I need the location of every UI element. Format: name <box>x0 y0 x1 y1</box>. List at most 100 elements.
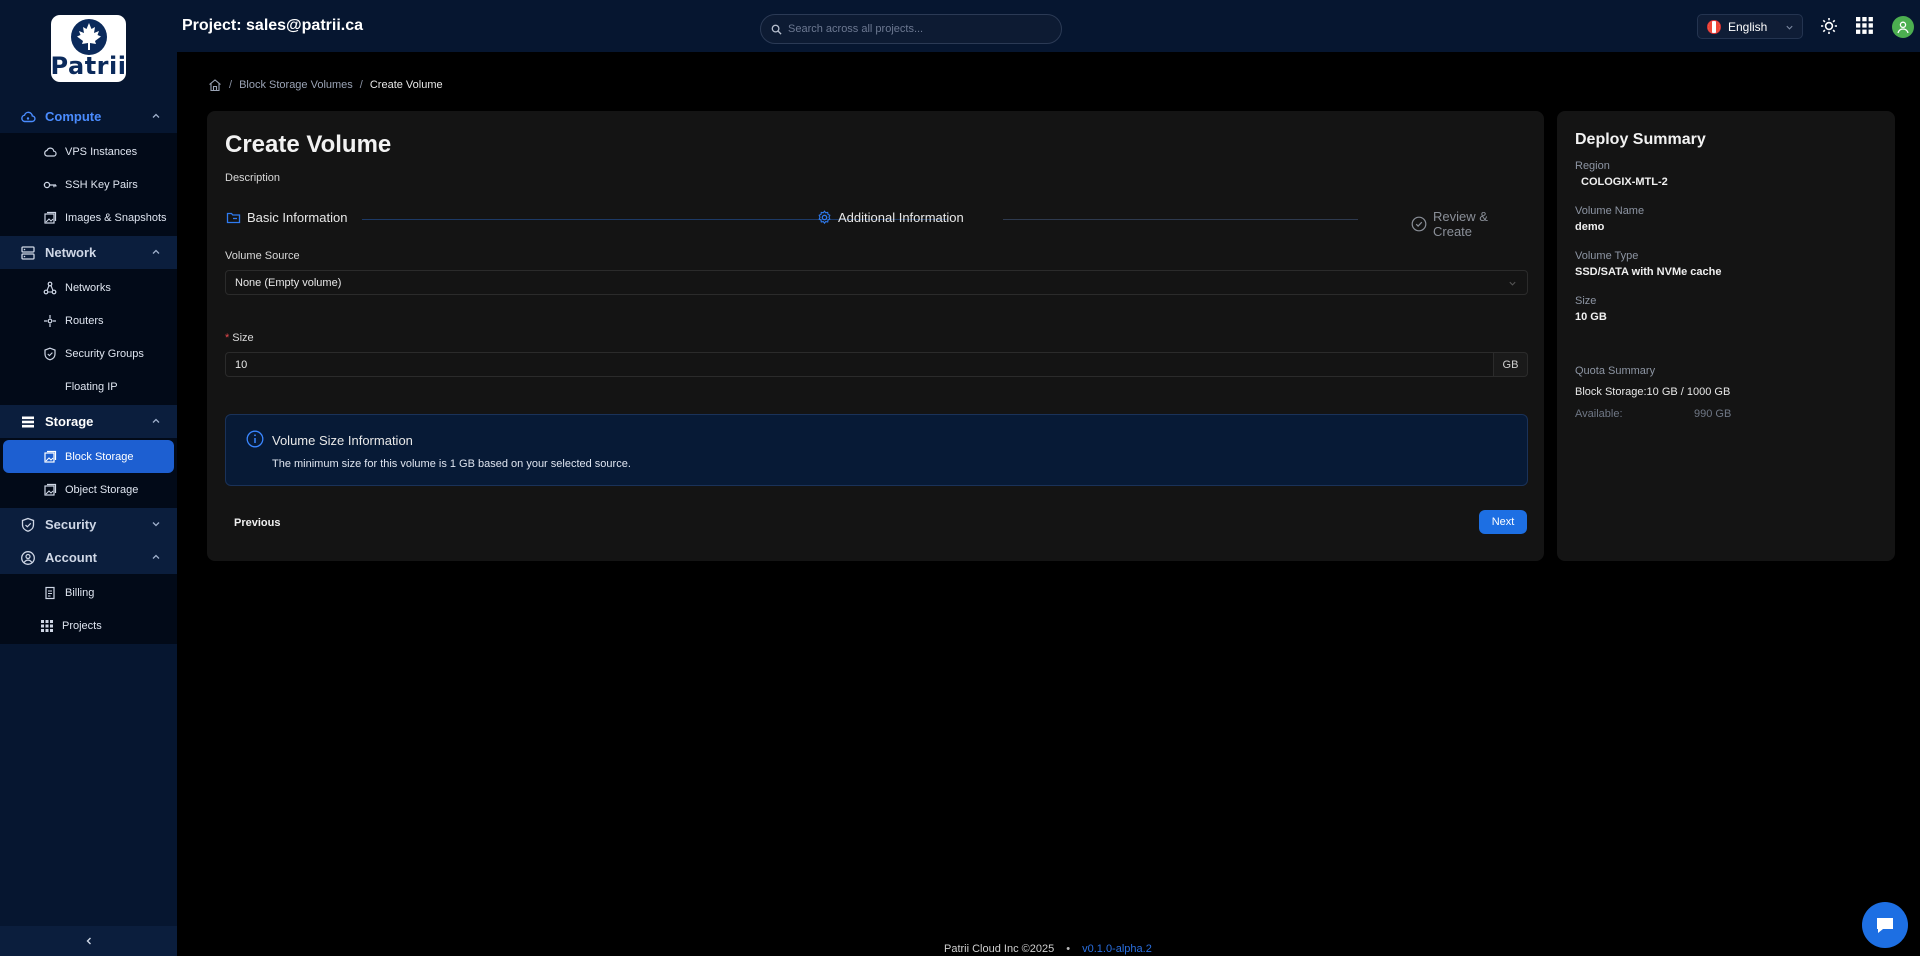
chevron-up-icon <box>152 249 160 254</box>
volume-type-value: SSD/SATA with NVMe cache <box>1575 266 1722 278</box>
volume-source-label: Volume Source <box>225 250 300 262</box>
chevron-down-icon <box>1509 281 1516 286</box>
check-circle-icon <box>1411 216 1427 232</box>
stepper: Basic Information Additional Information… <box>225 209 1528 239</box>
page-description: Description <box>225 172 281 184</box>
available-value: 990 GB <box>1694 408 1732 420</box>
breadcrumb-current: Create Volume <box>369 79 443 91</box>
step-connector <box>1003 219 1358 220</box>
info-icon <box>246 430 264 448</box>
volume-source-value: None (Empty volume) <box>235 276 342 289</box>
sidebar-item-images-snapshots[interactable]: Images & Snapshots <box>3 201 174 234</box>
step-basic-information[interactable]: Basic Information <box>225 209 347 225</box>
sidebar-item-floating-ip[interactable]: Floating IP <box>3 370 174 403</box>
previous-button[interactable]: Previous <box>225 510 289 536</box>
volume-source-select[interactable]: None (Empty volume) <box>225 270 1528 295</box>
apps-grid-icon[interactable] <box>1856 17 1873 34</box>
sidebar-item-label: Billing <box>65 586 95 599</box>
sidebar-item-ssh-key-pairs[interactable]: SSH Key Pairs <box>3 168 174 201</box>
chevron-up-icon <box>152 113 160 118</box>
patrii-logo[interactable]: Patrii <box>51 15 126 82</box>
chevron-down-icon <box>1786 25 1793 30</box>
available-label: Available: <box>1575 408 1623 420</box>
size-input[interactable]: 10 <box>225 352 1494 377</box>
storage-items: Block Storage Object Storage <box>0 438 177 508</box>
language-select[interactable]: English <box>1697 14 1803 39</box>
global-search[interactable] <box>760 14 1062 44</box>
sidebar-item-routers[interactable]: Routers <box>3 304 174 337</box>
sidebar-item-object-storage[interactable]: Object Storage <box>3 473 174 506</box>
deploy-summary-card: Deploy Summary Region COLOGIX-MTL-2 Volu… <box>1557 111 1895 561</box>
sidebar-item-label: Floating IP <box>65 380 118 393</box>
user-avatar[interactable] <box>1892 16 1914 38</box>
required-asterisk: * <box>225 332 230 344</box>
sidebar-item-label: Routers <box>65 314 104 327</box>
shield-check-icon <box>20 517 36 533</box>
nav-group-network[interactable]: Network <box>0 236 177 269</box>
home-icon[interactable] <box>208 78 222 92</box>
user-icon <box>1897 21 1909 34</box>
chat-support-button[interactable] <box>1862 902 1908 948</box>
step-review-create[interactable]: Review & Create <box>1411 209 1528 239</box>
image-stack-icon <box>43 211 57 225</box>
search-input[interactable] <box>788 23 1048 35</box>
size-summary-label: Size <box>1575 295 1597 307</box>
size-unit-addon: GB <box>1494 352 1528 377</box>
nav-group-storage[interactable]: Storage <box>0 405 177 438</box>
cloud-icon <box>20 109 36 125</box>
settings-icon <box>816 209 832 225</box>
nav-group-compute[interactable]: Compute <box>0 100 177 133</box>
breadcrumb-separator: / <box>229 79 233 91</box>
grid-icon <box>40 619 54 633</box>
step-label: Additional Information <box>838 209 964 225</box>
sidebar-collapse-button[interactable] <box>0 926 177 956</box>
sidebar-item-label: VPS Instances <box>65 145 138 158</box>
footer: Patrii Cloud Inc ©2025 • v0.1.0-alpha.2 <box>944 943 1152 955</box>
sidebar-item-billing[interactable]: Billing <box>3 576 174 609</box>
sidebar-nav: Compute VPS Instances SSH Key Pairs Imag… <box>0 100 177 644</box>
network-nodes-icon <box>43 281 57 295</box>
step-label: Basic Information <box>247 209 348 225</box>
sidebar-item-label: SSH Key Pairs <box>65 178 138 191</box>
nav-group-security[interactable]: Security <box>0 508 177 541</box>
server-cloud-icon <box>43 145 57 159</box>
chevron-up-icon <box>152 418 160 423</box>
sidebar-item-security-groups[interactable]: Security Groups <box>3 337 174 370</box>
step-additional-information[interactable]: Additional Information <box>816 209 964 225</box>
sidebar-item-label: Security Groups <box>65 347 144 360</box>
next-button[interactable]: Next <box>1479 510 1527 534</box>
info-text: The minimum size for this volume is 1 GB… <box>272 458 631 470</box>
page-title: Create Volume <box>225 131 392 158</box>
nav-group-label: Network <box>45 245 97 260</box>
object-storage-icon <box>43 483 57 497</box>
breadcrumb-block-storage-volumes[interactable]: Block Storage Volumes <box>239 79 353 91</box>
maple-leaf-icon <box>70 19 107 55</box>
language-label: English <box>1728 19 1768 34</box>
storage-list-icon <box>20 414 36 430</box>
footer-version[interactable]: v0.1.0-alpha.2 <box>1082 943 1152 955</box>
size-label-wrap: * Size <box>225 332 254 344</box>
sidebar-item-label: Block Storage <box>65 450 134 463</box>
user-circle-icon <box>20 550 36 566</box>
ip-icon <box>43 380 57 394</box>
sidebar-item-label: Networks <box>65 281 111 294</box>
sidebar-item-vps-instances[interactable]: VPS Instances <box>3 135 174 168</box>
create-volume-card: Create Volume Description Basic Informat… <box>207 111 1544 561</box>
sidebar-item-label: Object Storage <box>65 483 139 496</box>
chat-bubble-icon <box>1877 918 1893 933</box>
sidebar: Patrii Compute VPS Instances SSH Key Pai… <box>0 0 177 956</box>
nav-group-label: Security <box>45 517 97 532</box>
chevron-down-icon <box>152 522 160 527</box>
sidebar-item-projects[interactable]: Projects <box>3 609 174 642</box>
sidebar-item-networks[interactable]: Networks <box>3 271 174 304</box>
chevron-up-icon <box>152 554 160 559</box>
folder-icon <box>225 209 241 225</box>
sidebar-item-block-storage[interactable]: Block Storage <box>3 440 174 473</box>
size-summary-value: 10 GB <box>1575 311 1607 323</box>
footer-separator: • <box>1066 943 1071 955</box>
volume-type-label: Volume Type <box>1575 250 1639 262</box>
nav-group-account[interactable]: Account <box>0 541 177 574</box>
size-value: 10 <box>235 358 248 371</box>
theme-toggle-sun-icon[interactable] <box>1820 17 1838 35</box>
footer-copyright: Patrii Cloud Inc ©2025 <box>944 943 1055 955</box>
